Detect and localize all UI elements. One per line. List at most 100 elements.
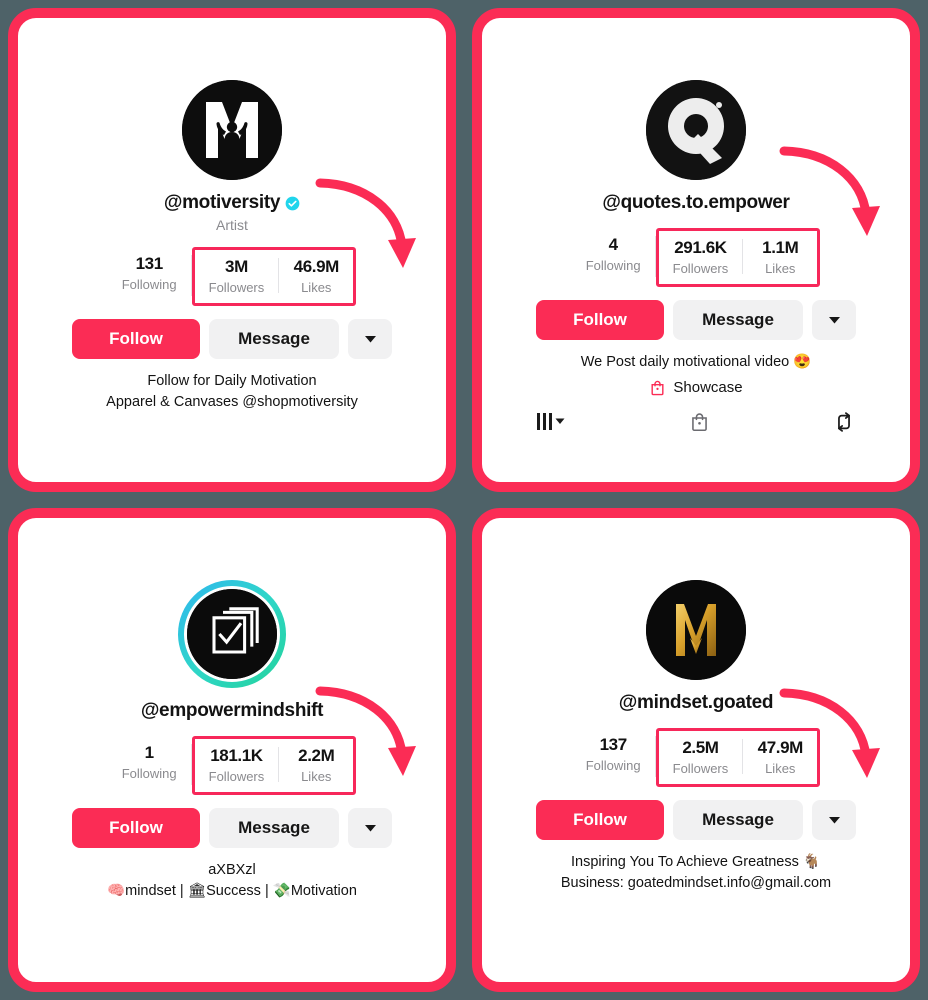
username-row: @motiversity <box>164 192 300 214</box>
quotes-q-logo-icon <box>646 80 746 180</box>
stats-highlight-box: 3M Followers 46.9M Likes <box>191 247 357 306</box>
stat-following[interactable]: 1 Following <box>108 736 191 789</box>
showcase-link[interactable]: Showcase <box>649 379 743 396</box>
stat-followers[interactable]: 3M Followers <box>195 250 279 303</box>
bio-line: Business: goatedmindset.info@gmail.com <box>560 875 832 891</box>
follow-button[interactable]: Follow <box>536 800 664 840</box>
avatar[interactable] <box>646 580 746 680</box>
showcase-label: Showcase <box>673 379 743 396</box>
chevron-down-icon <box>828 316 840 323</box>
likes-count: 1.1M <box>762 238 799 257</box>
followers-label: Followers <box>208 769 265 784</box>
stat-followers[interactable]: 291.6K Followers <box>659 231 743 284</box>
stat-likes[interactable]: 46.9M Likes <box>279 250 353 303</box>
chevron-down-icon <box>364 335 376 342</box>
followers-count: 291.6K <box>674 238 727 257</box>
profile-card-motiversity: @motiversity Artist 131 Following 3M Fol… <box>8 8 456 492</box>
bio-line: Follow for Daily Motivation <box>147 373 317 389</box>
following-count: 4 <box>608 235 618 254</box>
username: @quotes.to.empower <box>602 192 790 213</box>
following-label: Following <box>121 277 177 292</box>
message-button[interactable]: Message <box>209 808 339 848</box>
more-options-button[interactable] <box>348 319 392 359</box>
bio-line: We Post daily motivational video 😍 <box>580 354 812 370</box>
followers-label: Followers <box>672 261 729 276</box>
username-row: @quotes.to.empower <box>602 192 790 214</box>
username-row: @empowermindshift <box>140 700 324 722</box>
follow-button[interactable]: Follow <box>72 808 200 848</box>
profile-bio: We Post daily motivational video 😍 <box>567 352 826 373</box>
avatar[interactable] <box>182 80 282 180</box>
profile-card-quotes-to-empower: @quotes.to.empower 4 Following 291.6K Fo… <box>472 8 920 492</box>
motiversity-m-logo-icon <box>182 80 282 180</box>
tab-shop[interactable] <box>689 410 710 433</box>
more-options-button[interactable] <box>348 808 392 848</box>
shopping-bag-icon <box>651 380 664 396</box>
tab-reposts[interactable] <box>833 411 855 433</box>
goated-m-logo-icon <box>646 580 746 680</box>
more-options-button[interactable] <box>812 800 856 840</box>
likes-count: 46.9M <box>293 257 340 276</box>
chevron-down-icon <box>828 816 840 823</box>
bio-line: aXBXzl <box>208 862 256 878</box>
username: @mindset.goated <box>618 692 774 713</box>
action-buttons: Follow Message <box>536 300 856 340</box>
username: @empowermindshift <box>140 700 324 721</box>
likes-label: Likes <box>765 761 796 776</box>
following-label: Following <box>585 758 641 773</box>
avatar-image-mindset-goated <box>646 580 746 680</box>
avatar-image-motiversity <box>182 80 282 180</box>
profile-tabs <box>531 410 861 433</box>
following-count: 137 <box>599 735 628 754</box>
profile-card-grid: @motiversity Artist 131 Following 3M Fol… <box>0 0 928 1000</box>
avatar-image-quotes-to-empower <box>646 80 746 180</box>
repost-icon <box>837 411 851 432</box>
stats-row: 131 Following 3M Followers 46.9M Likes <box>108 247 357 306</box>
message-button[interactable]: Message <box>673 800 803 840</box>
grid-cell-3: @empowermindshift 1 Following 181.1K Fol… <box>0 500 464 1000</box>
stat-likes[interactable]: 1.1M Likes <box>743 231 817 284</box>
grid-cell-4: @mindset.goated 137 Following 2.5M Follo… <box>464 500 928 1000</box>
action-buttons: Follow Message <box>72 319 392 359</box>
username-row: @mindset.goated <box>618 692 774 714</box>
stat-likes[interactable]: 47.9M Likes <box>743 731 817 784</box>
stats-row: 1 Following 181.1K Followers 2.2M Likes <box>108 736 357 795</box>
likes-label: Likes <box>301 769 332 784</box>
followers-label: Followers <box>208 280 265 295</box>
stat-followers[interactable]: 181.1K Followers <box>195 739 279 792</box>
bio-line: Apparel & Canvases @shopmotiversity <box>106 394 358 410</box>
grid-cell-1: @motiversity Artist 131 Following 3M Fol… <box>0 0 464 500</box>
shopping-bag-icon <box>691 413 707 432</box>
follow-button[interactable]: Follow <box>72 319 200 359</box>
empower-checkbox-logo-icon <box>187 589 277 679</box>
stat-following[interactable]: 4 Following <box>572 228 655 281</box>
likes-label: Likes <box>765 261 796 276</box>
stats-highlight-box: 2.5M Followers 47.9M Likes <box>655 728 821 787</box>
username: @motiversity <box>163 192 281 213</box>
stats-highlight-box: 181.1K Followers 2.2M Likes <box>191 736 357 795</box>
followers-count: 3M <box>225 257 248 276</box>
stat-following[interactable]: 137 Following <box>572 728 655 781</box>
message-button[interactable]: Message <box>209 319 339 359</box>
avatar-image-empowermindshift <box>184 586 280 682</box>
avatar[interactable] <box>178 580 286 688</box>
follow-button[interactable]: Follow <box>536 300 664 340</box>
profile-bio: Follow for Daily Motivation Apparel & Ca… <box>92 371 372 413</box>
following-count: 1 <box>144 743 154 762</box>
followers-count: 2.5M <box>682 738 719 757</box>
profile-card-mindset-goated: @mindset.goated 137 Following 2.5M Follo… <box>472 508 920 992</box>
following-label: Following <box>121 766 177 781</box>
followers-label: Followers <box>672 761 729 776</box>
chevron-down-icon <box>364 824 376 831</box>
stat-likes[interactable]: 2.2M Likes <box>279 739 353 792</box>
posts-grid-icon <box>537 413 552 430</box>
avatar[interactable] <box>646 80 746 180</box>
message-button[interactable]: Message <box>673 300 803 340</box>
stat-following[interactable]: 131 Following <box>108 247 191 300</box>
stat-followers[interactable]: 2.5M Followers <box>659 731 743 784</box>
tab-posts[interactable] <box>537 413 565 430</box>
likes-count: 47.9M <box>757 738 804 757</box>
profile-card-empowermindshift: @empowermindshift 1 Following 181.1K Fol… <box>8 508 456 992</box>
stats-row: 137 Following 2.5M Followers 47.9M Likes <box>572 728 821 787</box>
more-options-button[interactable] <box>812 300 856 340</box>
